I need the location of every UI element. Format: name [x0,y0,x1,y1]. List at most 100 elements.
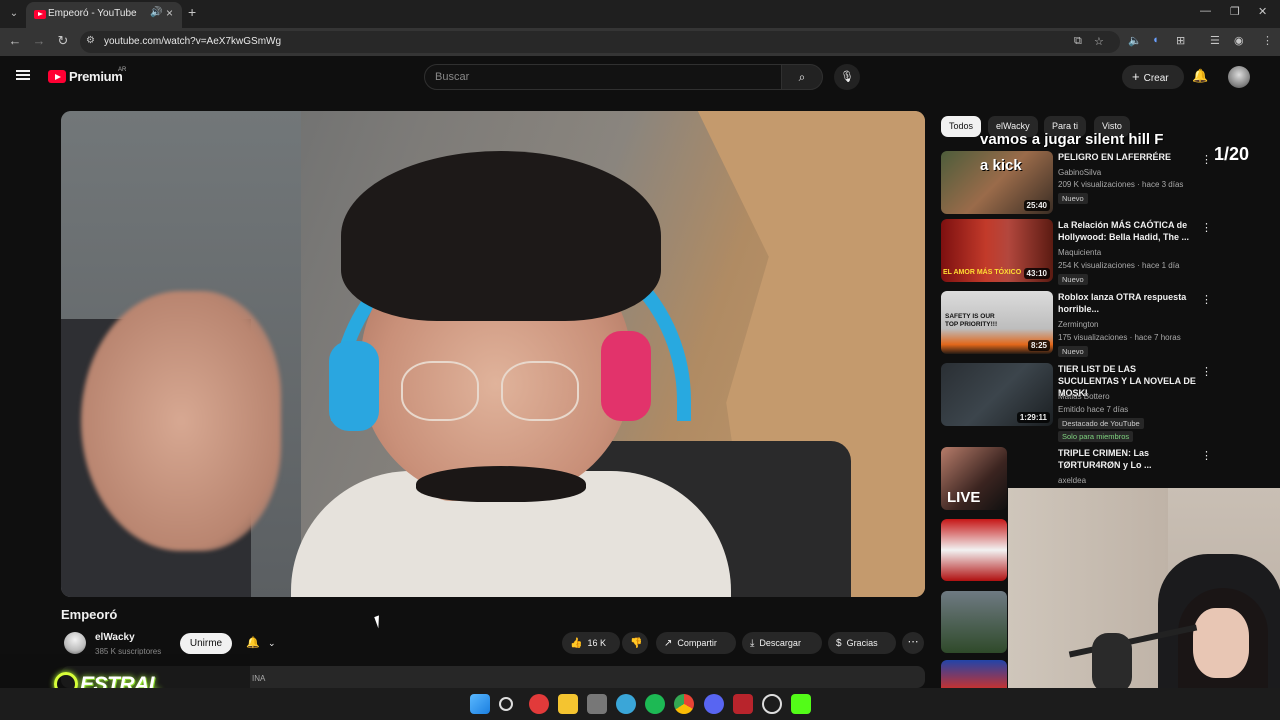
youtube-logo-icon[interactable] [48,70,66,83]
app-bird-icon[interactable] [616,694,636,714]
address-bar[interactable]: ⚙ youtube.com/watch?v=AeX7kwGSmWg ⧉ ☆ [80,31,1120,53]
more-options-icon[interactable]: ⋮ [1201,221,1212,234]
video-duration: 25:40 [1023,200,1050,211]
video-thumbnail[interactable] [941,519,1007,581]
channel-name[interactable]: Matias Bottero [1058,392,1110,401]
browser-menu-icon[interactable]: ⋮ [1262,34,1273,47]
channel-avatar[interactable] [64,632,86,654]
youtube-premium-label[interactable]: Premium [69,69,123,84]
channel-name[interactable]: Zermington [1058,320,1098,329]
download-icon: ⤓ [750,638,755,649]
join-button[interactable]: Unirme [180,633,232,654]
webcam-person-face [1193,608,1249,678]
youtube-favicon-icon [34,10,46,19]
tab-audio-icon[interactable]: 🔊 [150,7,162,18]
settings-icon[interactable] [762,694,782,714]
video-title[interactable]: PELIGRO EN LAFERRÉRE [1058,151,1198,163]
mute-extension-icon[interactable]: 🔈 [1128,34,1142,47]
video-thumbnail[interactable]: 1:29:11 [941,363,1053,426]
video-duration: 43:10 [1023,268,1050,279]
cast-icon[interactable]: ⧉ [1074,35,1082,48]
like-button[interactable]: 👍 16 K [562,632,620,654]
video-frame-hair [341,151,661,321]
search-button[interactable]: ⌕ [781,64,823,90]
new-badge: Nuevo [1058,346,1088,357]
create-button[interactable]: + Crear [1122,65,1184,89]
thanks-icon: $ [836,638,842,649]
reading-list-icon[interactable]: ☰ [1210,34,1220,47]
new-tab-button[interactable]: + [188,4,196,20]
youtube-header: Premium AR Buscar ⌕ 🎙 + Crear 🔔 [0,56,1280,100]
video-thumbnail[interactable]: SAFETY IS OUR TOP PRIORITY!!! 8:25 [941,291,1053,354]
app-store-icon[interactable] [587,694,607,714]
recommended-video[interactable]: SAFETY IS OUR TOP PRIORITY!!! 8:25 Roblo… [941,291,1212,357]
windows-taskbar [0,688,1280,720]
browser-tab[interactable]: Empeoró - YouTube 🔊 × [26,2,182,28]
dislike-button[interactable]: 👎 [622,632,648,654]
channel-name[interactable]: Maquicienta [1058,248,1101,257]
download-button[interactable]: ⤓ Descargar [742,632,822,654]
video-thumbnail[interactable] [941,660,1007,688]
notifications-bell-icon[interactable]: 🔔 [1192,68,1208,84]
video-thumbnail[interactable]: LIVE [941,447,1007,510]
file-explorer-icon[interactable] [558,694,578,714]
recommended-video[interactable]: EL AMOR MÁS TÓXICO 43:10 La Relación MÁS… [941,219,1212,285]
video-thumbnail[interactable]: EL AMOR MÁS TÓXICO 43:10 [941,219,1053,282]
video-duration: 8:25 [1027,340,1050,351]
channel-name[interactable]: elWacky [95,632,135,643]
voice-search-button[interactable]: 🎙 [834,64,860,90]
channel-name[interactable]: GabinoSilva [1058,168,1101,177]
video-title[interactable]: Roblox lanza OTRA respuesta horrible... [1058,291,1198,315]
video-player[interactable] [61,111,925,597]
profile-icon[interactable]: ◉ [1234,34,1244,47]
taskbar-search-icon[interactable] [499,697,513,711]
more-options-icon[interactable]: ⋮ [1201,153,1212,166]
bell-icon: 🔔 [246,637,260,649]
reload-icon[interactable]: ↻ [54,33,72,49]
app-dark-red-icon[interactable] [733,694,753,714]
account-avatar[interactable] [1228,66,1250,88]
video-title[interactable]: La Relación MÁS CAÓTICA de Hollywood: Be… [1058,219,1198,243]
site-info-icon[interactable]: ⚙ [86,35,95,46]
thanks-button[interactable]: $ Gracias [828,632,896,654]
more-options-icon[interactable]: ⋮ [1201,365,1212,378]
menu-icon[interactable] [16,70,30,80]
recommended-video[interactable]: 1:29:11 TIER LIST DE LAS SUCULENTAS Y LA… [941,363,1212,443]
thumbs-down-icon: 👎 [630,638,643,649]
microphone-icon: 🎙 [840,71,854,83]
tab-close-icon[interactable]: × [166,6,173,20]
video-title[interactable]: TRIPLE CRIMEN: Las TØRTUR4RØN y Lo ... [1058,447,1198,471]
restore-icon[interactable]: ❐ [1230,5,1240,18]
members-only-badge: Solo para miembros [1058,431,1134,442]
start-icon[interactable] [470,694,490,714]
discord-icon[interactable] [704,694,724,714]
bookmark-star-icon[interactable]: ☆ [1094,35,1104,48]
forward-icon[interactable]: → [30,33,48,48]
kick-icon[interactable] [791,694,811,714]
chevron-down-icon: ⌄ [268,638,276,648]
chip-todos[interactable]: Todos [941,116,982,137]
back-icon[interactable]: ← [6,33,24,48]
subscription-bell-button[interactable]: 🔔 ⌄ [240,633,286,654]
extensions-puzzle-icon[interactable]: ⊞ [1176,34,1185,47]
country-code: AR [118,67,127,73]
share-button[interactable]: ↗ Compartir [656,632,736,654]
url-text: youtube.com/watch?v=AeX7kwGSmWg [104,36,282,47]
extension-icon[interactable]: ◖ [1152,34,1159,46]
more-actions-button[interactable]: ⋯ [902,632,924,654]
minimize-icon[interactable]: — [1200,5,1211,17]
video-thumbnail[interactable] [941,591,1007,653]
streamer-webcam [1008,488,1280,720]
stream-overlay-title: vamos a jugar silent hill F [980,131,1164,148]
search-input[interactable]: Buscar [424,64,782,90]
close-window-icon[interactable]: ✕ [1258,5,1267,18]
chrome-icon[interactable] [674,694,694,714]
tab-search-icon[interactable]: ⌄ [4,4,24,24]
spotify-icon[interactable] [645,694,665,714]
channel-name[interactable]: axeldea [1058,476,1086,485]
app-red-icon[interactable] [529,694,549,714]
more-options-icon[interactable]: ⋮ [1201,449,1212,462]
video-frame-moustache [416,466,586,502]
more-options-icon[interactable]: ⋮ [1201,293,1212,306]
video-meta: 254 K visualizaciones · hace 1 día [1058,261,1180,270]
